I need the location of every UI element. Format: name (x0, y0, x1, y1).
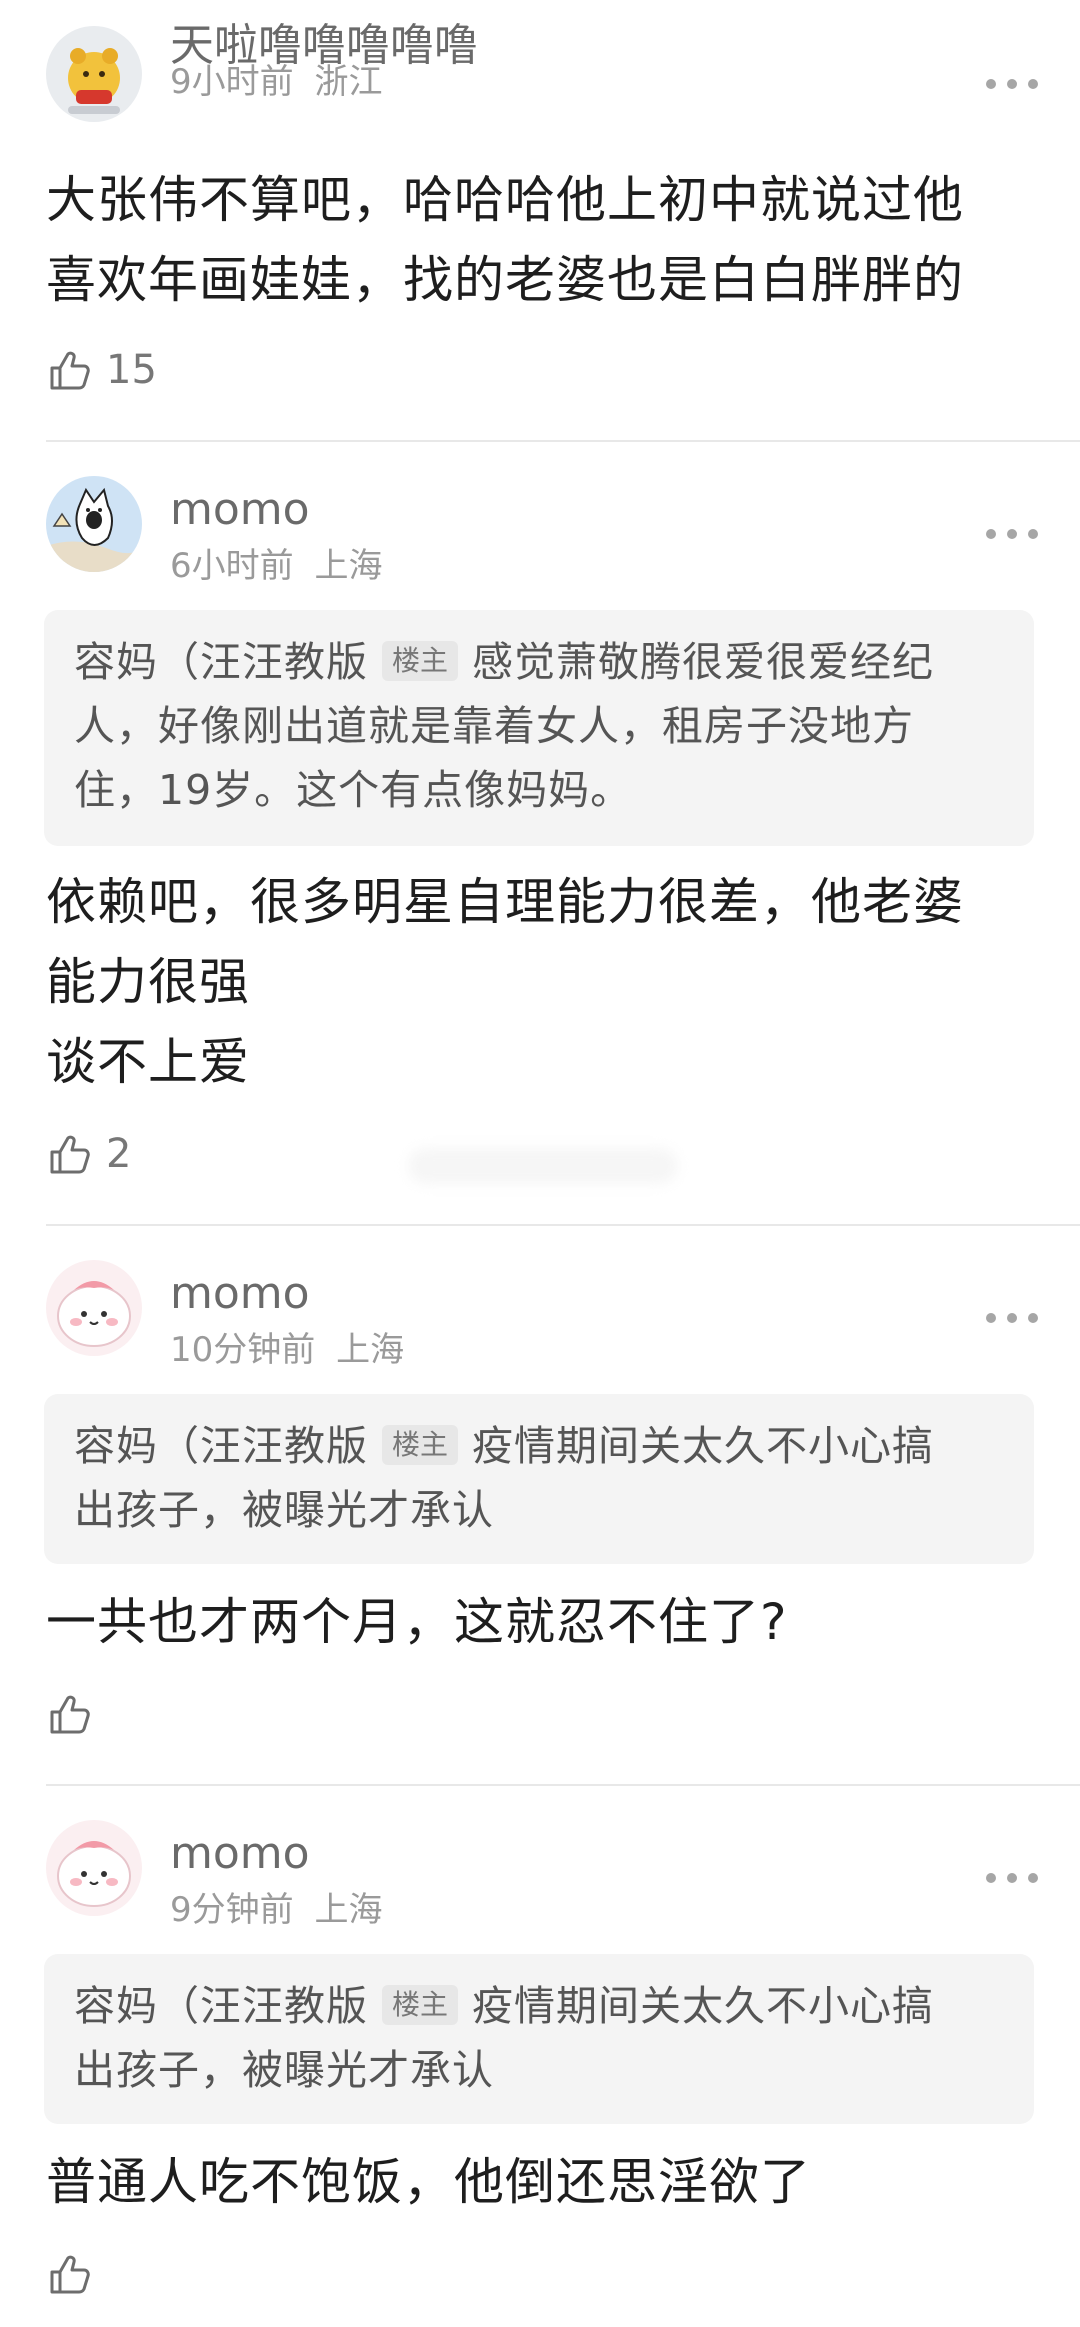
more-options-button-1[interactable] (986, 76, 1038, 92)
quote-text: 感觉萧敬腾很爱很爱经纪 (472, 638, 935, 686)
comment-location: 浙江 (314, 62, 383, 102)
comment-body-line: 大张伟不算吧，哈哈哈他上初中就说过他 (46, 171, 964, 229)
comment-body-2: 依赖吧，很多明星自理能力很差，他老婆 能力很强 谈不上爱 (46, 862, 1046, 1102)
username-4[interactable]: momo (170, 1828, 310, 1880)
op-badge: 楼主 (382, 641, 459, 681)
more-icon-dot (1007, 1873, 1017, 1883)
quote-text: 出孩子，被曝光才承认 (74, 1486, 494, 1534)
comment-body-line: 喜欢年画娃娃，找的老婆也是白白胖胖的 (46, 251, 964, 309)
more-icon-dot (1028, 79, 1038, 89)
like-button-3[interactable] (46, 1686, 106, 1742)
like-count-1: 15 (106, 347, 157, 393)
quoted-reply-4[interactable]: 容妈（汪汪教版 楼主 疫情期间关太久不小心搞 出孩子，被曝光才承认 (44, 1954, 1034, 2124)
more-icon-dot (1007, 1313, 1017, 1323)
quote-line: 容妈（汪汪教版 楼主 疫情期间关太久不小心搞 (74, 1974, 1004, 2038)
like-button-4[interactable] (46, 2246, 106, 2302)
thumbs-up-icon (50, 351, 90, 390)
comment-meta-1: 9小时前 浙江 (170, 62, 382, 102)
like-count-2: 2 (106, 1131, 132, 1177)
more-icon-dot (1028, 1873, 1038, 1883)
quote-text: 住，19岁。这个有点像妈妈。 (74, 766, 633, 814)
user-avatar-2[interactable] (46, 476, 142, 572)
comment-meta-4: 9分钟前 上海 (170, 1890, 382, 1930)
thumbs-up-icon (50, 1695, 90, 1734)
more-options-button-4[interactable] (986, 1870, 1038, 1886)
more-options-button-2[interactable] (986, 526, 1038, 542)
comment-time: 6小时前 (170, 546, 294, 586)
op-badge: 楼主 (382, 1985, 459, 2025)
comment-body-line: 能力很强 (46, 953, 250, 1011)
quote-text: 出孩子，被曝光才承认 (74, 2046, 494, 2094)
more-icon-dot (1028, 1313, 1038, 1323)
more-icon (986, 1873, 996, 1883)
username-2[interactable]: momo (170, 484, 310, 536)
thumbs-up-icon (50, 1135, 90, 1174)
quoted-reply-2[interactable]: 容妈（汪汪教版 楼主 感觉萧敬腾很爱很爱经纪 人，好像刚出道就是靠着女人，租房子没地… (44, 610, 1034, 846)
comment-time: 9分钟前 (170, 1890, 294, 1930)
quote-line: 容妈（汪汪教版 楼主 疫情期间关太久不小心搞 (74, 1414, 1004, 1478)
user-avatar-1[interactable] (46, 26, 142, 122)
more-icon-dot (1007, 529, 1017, 539)
more-icon-dot (1007, 79, 1017, 89)
comment-body-1: 大张伟不算吧，哈哈哈他上初中就说过他 喜欢年画娃娃，找的老婆也是白白胖胖的 (46, 160, 1046, 320)
like-button-1[interactable]: 15 (46, 342, 157, 398)
quote-text: 疫情期间关太久不小心搞 (472, 1422, 935, 1470)
more-icon (986, 1313, 996, 1323)
quote-line: 容妈（汪汪教版 楼主 感觉萧敬腾很爱很爱经纪 (74, 630, 1004, 694)
comment-divider (46, 440, 1080, 442)
cartoon-cat-avatar-icon (46, 476, 142, 572)
comment-meta-3: 10分钟前 上海 (170, 1330, 404, 1370)
comment-divider (46, 1224, 1080, 1226)
quote-text: 疫情期间关太久不小心搞 (472, 1982, 935, 2030)
yellow-bear-avatar-icon (46, 26, 142, 122)
comment-divider (46, 1784, 1080, 1786)
thumbs-up-icon (50, 2255, 90, 2294)
more-icon (986, 79, 996, 89)
username-3[interactable]: momo (170, 1268, 310, 1320)
comment-body-line: 依赖吧，很多明星自理能力很差，他老婆 (46, 873, 964, 931)
user-avatar-3[interactable] (46, 1260, 142, 1356)
user-avatar-4[interactable] (46, 1820, 142, 1916)
comment-time: 10分钟前 (170, 1330, 316, 1370)
pink-blob-avatar-icon (46, 1820, 142, 1916)
op-badge: 楼主 (382, 1425, 459, 1465)
comment-body-4: 普通人吃不饱饭，他倒还思淫欲了 (46, 2142, 1046, 2222)
comment-body-line: 普通人吃不饱饭，他倒还思淫欲了 (46, 2153, 811, 2211)
comment-meta-2: 6小时前 上海 (170, 546, 382, 586)
comment-location: 上海 (336, 1330, 405, 1370)
quote-author[interactable]: 容妈（汪汪教版 (74, 1422, 368, 1470)
more-icon (986, 529, 996, 539)
pink-blob-avatar-icon (46, 1260, 142, 1356)
comment-body-line: 谈不上爱 (46, 1033, 250, 1091)
quote-text: 人，好像刚出道就是靠着女人，租房子没地方 (74, 702, 914, 750)
comment-body-line: 一共也才两个月，这就忍不住了? (46, 1593, 788, 1651)
like-button-2[interactable]: 2 (46, 1126, 131, 1182)
more-options-button-3[interactable] (986, 1310, 1038, 1326)
comment-body-3: 一共也才两个月，这就忍不住了? (46, 1582, 1046, 1662)
comment-time: 9小时前 (170, 62, 294, 102)
quote-author[interactable]: 容妈（汪汪教版 (74, 638, 368, 686)
quote-author[interactable]: 容妈（汪汪教版 (74, 1982, 368, 2030)
comment-location: 上海 (314, 1890, 383, 1930)
comment-location: 上海 (314, 546, 383, 586)
more-icon-dot (1028, 529, 1038, 539)
quoted-reply-3[interactable]: 容妈（汪汪教版 楼主 疫情期间关太久不小心搞 出孩子，被曝光才承认 (44, 1394, 1034, 1564)
blurred-watermark (408, 1148, 678, 1184)
